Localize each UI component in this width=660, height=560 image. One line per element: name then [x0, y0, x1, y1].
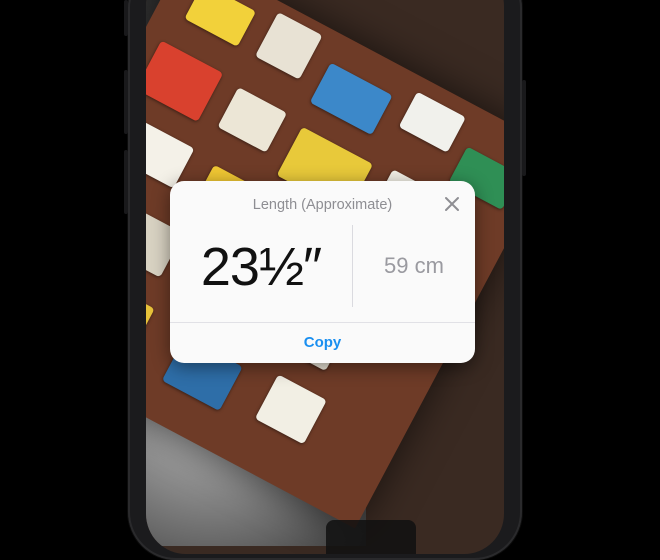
- measurement-card: Length (Approximate) 23½″ 59 cm Copy: [170, 181, 475, 363]
- sticker: [254, 12, 323, 80]
- sticker: [217, 87, 288, 153]
- side-button: [522, 80, 526, 176]
- mute-switch: [124, 0, 128, 36]
- close-icon[interactable]: [441, 193, 463, 215]
- measurement-metric-value: 59 cm: [384, 253, 444, 278]
- sticker: [146, 40, 224, 122]
- sticker: [146, 280, 155, 349]
- sticker: [184, 0, 257, 47]
- bottom-toolbar: [326, 520, 416, 554]
- sticker: [146, 120, 195, 189]
- measurement-imperial-value: 23½″: [200, 237, 322, 297]
- copy-button[interactable]: Copy: [170, 322, 475, 363]
- sticker: [254, 374, 327, 445]
- sticker: [398, 91, 466, 153]
- sticker: [309, 62, 393, 136]
- volume-down-button: [124, 150, 128, 214]
- measurement-title: Length (Approximate): [252, 197, 393, 213]
- volume-up-button: [124, 70, 128, 134]
